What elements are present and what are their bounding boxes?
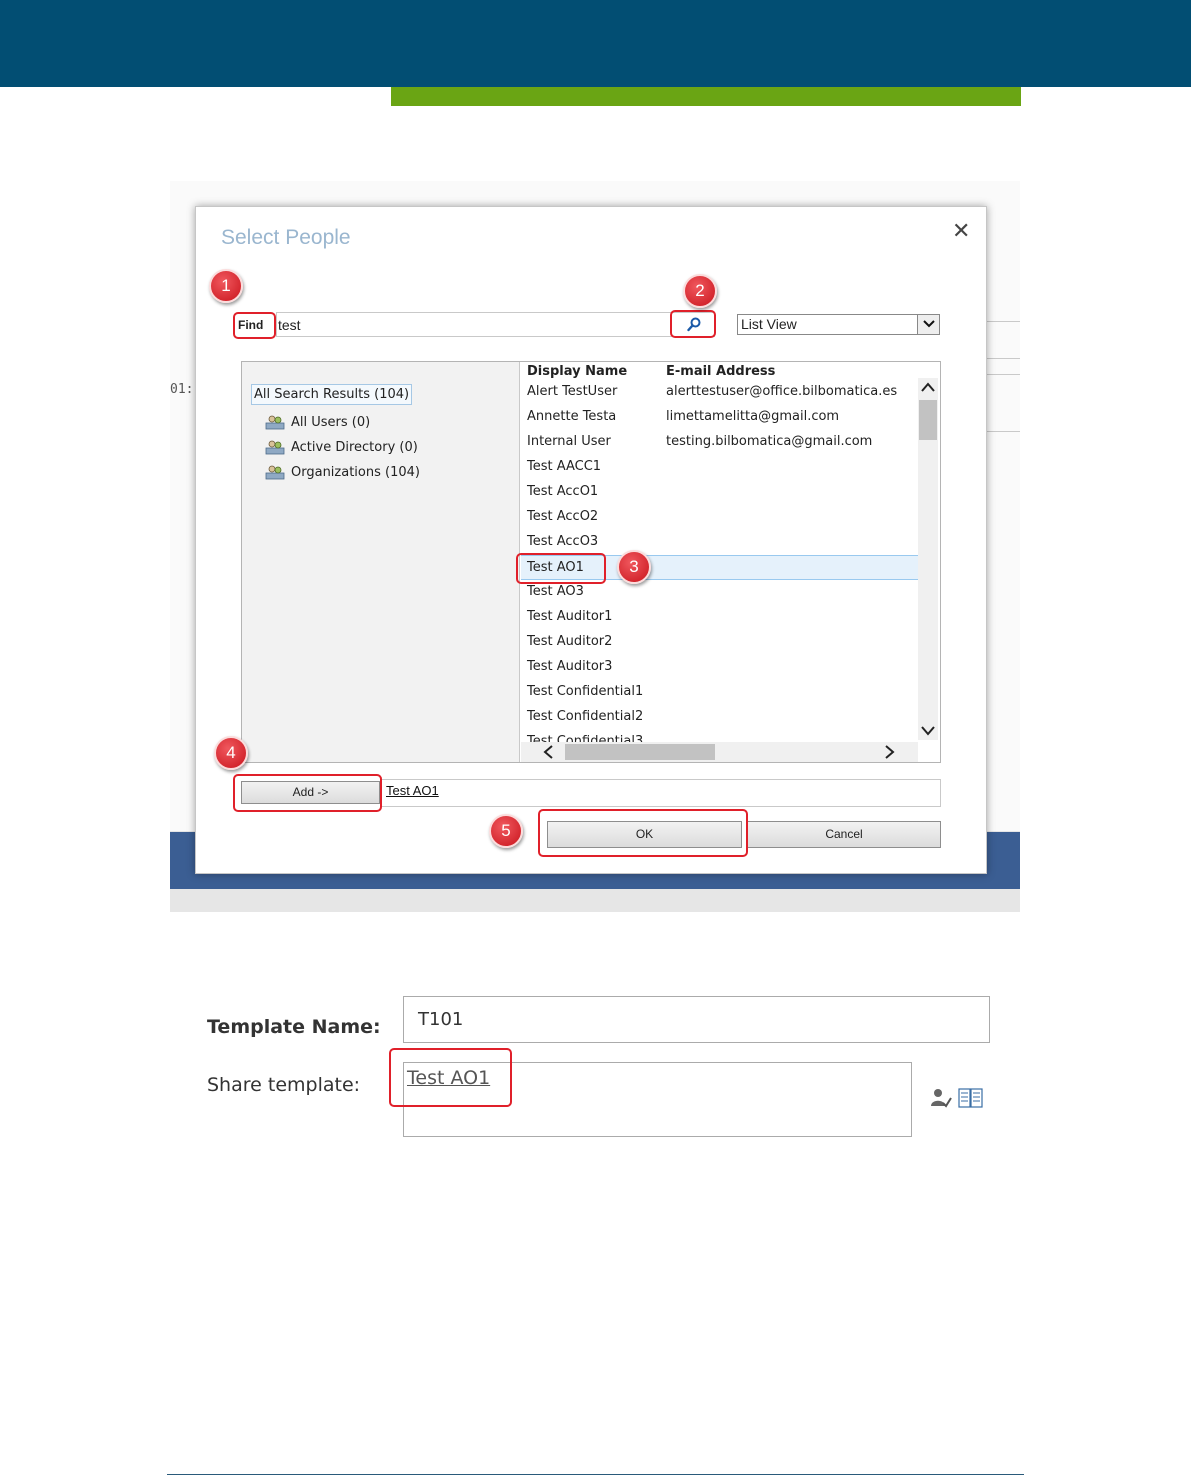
search-icon	[687, 317, 701, 332]
display-name-cell: Internal User	[527, 434, 611, 449]
list-row[interactable]: Alert TestUser alerttestuser@office.bilbo…	[521, 380, 918, 405]
vertical-scrollbar[interactable]	[918, 378, 938, 740]
step-marker: 4	[214, 736, 248, 770]
results-panel: All Search Results (104) All Users (0) A…	[241, 361, 941, 763]
step-marker: 1	[209, 269, 243, 303]
dropdown-arrow-icon[interactable]	[917, 315, 939, 334]
email-cell: testing.bilbomatica@gmail.com	[666, 434, 873, 449]
select-people-dialog: Select People ✕ Find test List View All …	[195, 206, 987, 874]
view-select-value: List View	[741, 316, 797, 332]
background-divider	[986, 374, 1020, 375]
tree-item-organizations[interactable]: Organizations (104)	[265, 464, 420, 480]
tree-item-active-directory[interactable]: Active Directory (0)	[265, 439, 418, 455]
list-row[interactable]: Test Confidential2	[521, 705, 918, 730]
display-name-cell: Test Auditor1	[527, 609, 613, 624]
horizontal-scroll-thumb[interactable]	[565, 744, 715, 760]
step-marker: 3	[617, 550, 651, 584]
people-icon	[265, 440, 285, 455]
column-email[interactable]: E-mail Address	[666, 364, 775, 379]
list-row[interactable]: Test Confidential1	[521, 680, 918, 705]
people-list: Display Name E-mail Address Alert TestUs…	[521, 362, 940, 762]
email-cell: alerttestuser@office.bilbomatica.es	[666, 384, 898, 399]
tree-item-all-users[interactable]: All Users (0)	[265, 414, 370, 430]
find-input[interactable]: test	[276, 312, 671, 337]
people-icon	[265, 415, 285, 430]
list-row[interactable]: Test AO1	[521, 555, 918, 580]
close-icon[interactable]: ✕	[952, 219, 970, 244]
selected-people-field[interactable]: Test AO1	[381, 779, 941, 807]
list-row[interactable]: Test Auditor1	[521, 605, 918, 630]
share-template-field[interactable]: Test AO1	[403, 1062, 912, 1137]
email-cell: limettamelitta@gmail.com	[666, 409, 840, 424]
display-name-cell: Test Confidential1	[527, 684, 644, 699]
background-divider	[986, 358, 1020, 359]
tree-item-label: All Users (0)	[291, 414, 371, 430]
display-name-cell: Test Confidential2	[527, 709, 644, 724]
display-name-cell: Test AccO2	[527, 509, 599, 524]
search-results-tree: All Search Results (104) All Users (0) A…	[242, 362, 520, 762]
template-name-label: Template Name:	[207, 1016, 381, 1038]
scroll-up-icon[interactable]	[921, 382, 935, 392]
list-row[interactable]: Annette Testa limettamelitta@gmail.com	[521, 405, 918, 430]
background-text: 01:	[170, 382, 194, 397]
tree-item-label: Active Directory (0)	[291, 439, 418, 455]
cancel-button[interactable]: Cancel	[747, 821, 941, 848]
list-row[interactable]: Test AccO3	[521, 530, 918, 555]
footer-divider	[167, 1474, 1024, 1475]
scroll-left-icon[interactable]	[543, 745, 553, 759]
list-row[interactable]: Test Auditor2	[521, 630, 918, 655]
horizontal-scrollbar[interactable]	[521, 742, 918, 762]
scroll-down-icon[interactable]	[921, 726, 935, 736]
shared-person[interactable]: Test AO1	[407, 1067, 490, 1089]
list-row[interactable]: Test Auditor3	[521, 655, 918, 680]
vertical-scroll-thumb[interactable]	[919, 400, 937, 440]
browse-directory-icon[interactable]	[958, 1088, 984, 1108]
tree-item-label: Organizations (104)	[291, 464, 420, 480]
display-name-cell: Test AACC1	[527, 459, 602, 474]
display-name-cell: Test AccO1	[527, 484, 599, 499]
accent-bar	[391, 87, 1021, 106]
dialog-title: Select People	[221, 226, 351, 249]
check-names-icon[interactable]	[930, 1087, 952, 1109]
top-banner	[0, 0, 1191, 87]
background-divider	[986, 431, 1020, 432]
people-icon	[265, 465, 285, 480]
template-name-input[interactable]: T101	[403, 996, 990, 1043]
list-row[interactable]: Test AccO2	[521, 505, 918, 530]
tree-item-all-results[interactable]: All Search Results (104)	[251, 384, 413, 405]
display-name-cell: Test Auditor3	[527, 659, 613, 674]
display-name-cell: Test AO3	[527, 584, 584, 599]
view-select[interactable]: List View	[737, 314, 940, 335]
display-name-cell: Alert TestUser	[527, 384, 618, 399]
search-button[interactable]	[671, 312, 715, 337]
selected-person[interactable]: Test AO1	[386, 783, 439, 798]
list-row[interactable]: Test AACC1	[521, 455, 918, 480]
add-button[interactable]: Add ->	[241, 781, 380, 804]
column-display-name[interactable]: Display Name	[527, 364, 627, 379]
scroll-right-icon[interactable]	[885, 745, 895, 759]
display-name-cell: Test AO1	[527, 560, 584, 575]
step-marker: 5	[489, 814, 523, 848]
step-marker: 2	[683, 274, 717, 308]
display-name-cell: Test AccO3	[527, 534, 599, 549]
find-label: Find	[238, 318, 264, 332]
list-row[interactable]: Internal User testing.bilbomatica@gmail.c…	[521, 430, 918, 455]
list-row[interactable]: Test AccO1	[521, 480, 918, 505]
ok-button[interactable]: OK	[547, 821, 742, 848]
dialog-screenshot: 01: Select People ✕ Find test List View …	[170, 181, 1020, 912]
list-row[interactable]: Test AO3	[521, 580, 918, 605]
display-name-cell: Test Auditor2	[527, 634, 613, 649]
share-template-label: Share template:	[207, 1074, 361, 1096]
display-name-cell: Annette Testa	[527, 409, 617, 424]
background-divider	[986, 321, 1020, 322]
